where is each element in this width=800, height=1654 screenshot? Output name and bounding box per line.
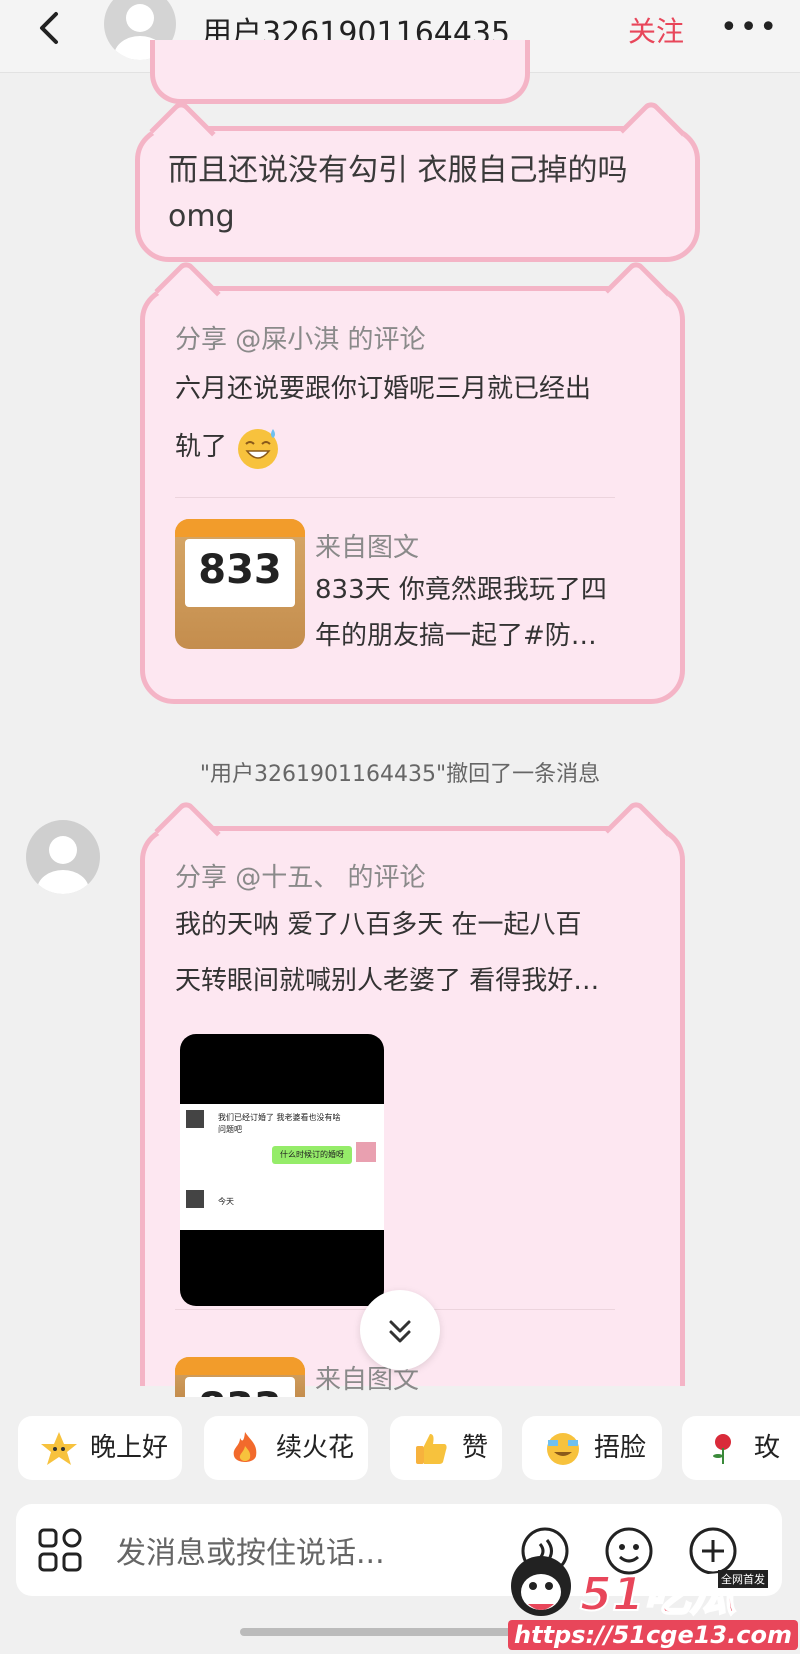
screenshot-line1: 我们已经订婚了 我老婆看也没有啥	[218, 1113, 341, 1122]
share-comment-line2: 轨了	[175, 432, 228, 462]
post-thumbnail[interactable]: 833	[175, 519, 305, 649]
double-chevron-down-icon	[389, 1320, 411, 1343]
chat-screenshot-image[interactable]: 我们已经订婚了 我老婆看也没有啥 问题吧 什么时候订的婚呀 今天	[180, 1034, 384, 1306]
sender-avatar[interactable]	[26, 820, 100, 894]
thumbs-up-icon	[416, 1434, 447, 1464]
follow-button[interactable]: 关注	[628, 10, 684, 50]
share-header-2: 分享 @十五、 的评论	[175, 863, 426, 893]
shared-comment-card[interactable]: 分享 @屎小淇 的评论 六月还说要跟你订婚呢三月就已经出 轨了 833 来自图文…	[140, 286, 685, 704]
recall-notice: "用户3261901164435"撤回了一条消息	[199, 762, 601, 787]
more-options-icon[interactable]: •••	[720, 10, 779, 45]
fire-icon	[233, 1432, 257, 1462]
source-label: 来自图文	[315, 533, 420, 563]
quick-reply-label: 捂脸	[594, 1433, 647, 1463]
apps-grid-icon[interactable]	[36, 1526, 84, 1574]
star-face-icon	[41, 1432, 77, 1465]
thumbnail-number: 833	[198, 547, 282, 593]
message-text-line1: 而且还说没有勾引 衣服自己掉的吗	[168, 153, 628, 188]
share-header: 分享 @屎小淇 的评论	[175, 325, 426, 355]
watermark-brand: 51吃瓜	[579, 1566, 737, 1622]
thumbnail-number-2: 833	[185, 1385, 295, 1397]
screenshot-avatar-2	[186, 1190, 204, 1208]
facepalm-icon	[547, 1433, 579, 1465]
post-thumbnail-2[interactable]: 833	[175, 1357, 305, 1397]
screenshot-line2: 问题吧	[218, 1125, 242, 1134]
share-comment-line1: 六月还说要跟你订婚呢三月就已经出	[175, 374, 592, 404]
site-watermark: 51吃瓜 全网首发 https://51cge13.com	[500, 1540, 800, 1654]
quick-reply-good-evening[interactable]: 晚上好	[18, 1416, 182, 1480]
share2-comment-line2: 天转眼间就喊别人老婆了 看得我好…	[175, 966, 600, 996]
screenshot-green-bubble: 什么时候订的婚呀	[272, 1146, 352, 1164]
mascot-logo-icon	[511, 1556, 571, 1616]
share2-comment-line1: 我的天呐 爱了八百多天 在一起八百	[175, 910, 582, 940]
screenshot-avatar	[186, 1110, 204, 1128]
quick-reply-spark[interactable]: 续火花	[204, 1416, 368, 1480]
quick-reply-label: 玫	[754, 1433, 781, 1463]
quick-reply-label: 晚上好	[90, 1433, 169, 1463]
source-text-line2: 年的朋友搞一起了#防…	[315, 621, 597, 651]
message-bubble-partial	[150, 40, 530, 104]
message-text-line2: omg	[168, 199, 235, 234]
scroll-to-bottom-button[interactable]	[360, 1290, 440, 1370]
source-text-line1: 833天 你竟然跟我玩了四	[315, 575, 607, 605]
share-comment-line2-wrap: 轨了	[175, 419, 281, 475]
sweat-smile-emoji-icon	[238, 428, 279, 469]
message-input[interactable]: 发消息或按住说话...	[116, 1528, 385, 1572]
screenshot-avatar-right	[356, 1142, 376, 1162]
quick-reply-facepalm[interactable]: 捂脸	[522, 1416, 662, 1480]
quick-reply-label: 赞	[462, 1433, 489, 1463]
rose-icon	[713, 1434, 731, 1464]
watermark-url: https://51cge13.com	[508, 1620, 798, 1650]
screenshot-today: 今天	[218, 1197, 234, 1206]
back-arrow-icon[interactable]	[30, 6, 74, 50]
watermark-tag: 全网首发	[718, 1570, 768, 1588]
card-divider	[175, 497, 615, 498]
quick-reply-like[interactable]: 赞	[390, 1416, 502, 1480]
quick-reply-bar: 晚上好 续火花 赞 捂脸 玫	[0, 1400, 800, 1500]
quick-reply-label: 续火花	[276, 1433, 355, 1463]
message-bubble-text[interactable]: 而且还说没有勾引 衣服自己掉的吗 omg	[135, 126, 700, 262]
quick-reply-rose[interactable]: 玫	[682, 1416, 800, 1480]
